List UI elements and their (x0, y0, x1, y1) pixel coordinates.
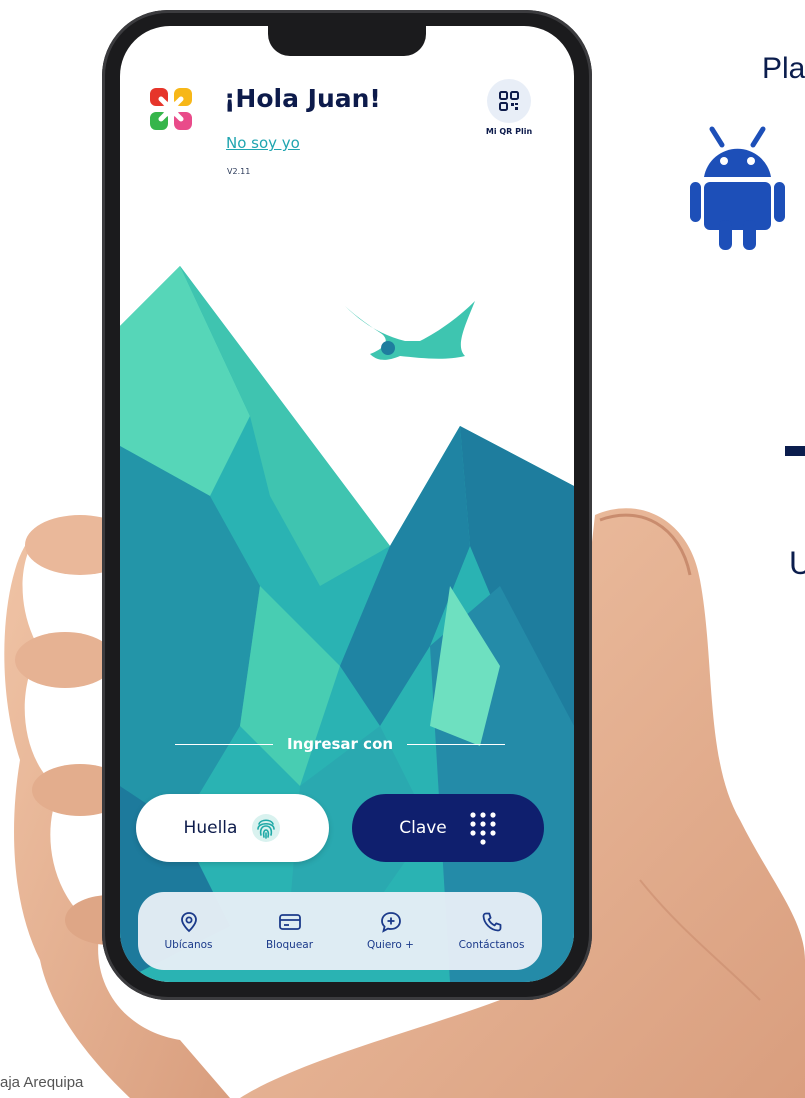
location-pin-icon (180, 912, 197, 933)
card-icon (278, 914, 301, 930)
not-me-link[interactable]: No soy yo (226, 134, 300, 152)
huella-label: Huella (183, 818, 238, 838)
nav-item-contactanos[interactable]: Contáctanos (446, 911, 538, 951)
nav-label-quiero: Quiero + (367, 939, 414, 951)
qr-plin-button[interactable]: Mi QR Plin (474, 79, 544, 149)
caja-arequipa-logo (150, 88, 192, 130)
ingresar-con-divider: Ingresar con (175, 734, 505, 754)
clave-label: Clave (399, 818, 447, 838)
chat-plus-icon (380, 912, 401, 933)
keypad-icon (470, 812, 496, 845)
phone-screen: ¡Hola Juan! No soy yo V2.11 Mi QR Plin I… (120, 26, 574, 982)
brand-caption: aja Arequipa (0, 1074, 84, 1091)
clave-button[interactable]: Clave (352, 794, 544, 862)
ingresar-con-label: Ingresar con (286, 735, 394, 753)
qr-code-icon (487, 79, 531, 123)
qr-plin-label: Mi QR Plin (485, 127, 533, 136)
nav-label-ubicanos: Ubícanos (164, 939, 213, 951)
nav-item-ubicanos[interactable]: Ubícanos (143, 911, 235, 951)
divider-line-left (175, 743, 273, 745)
phone-notch (268, 26, 426, 56)
divider-line-right (407, 743, 505, 745)
greeting-title: ¡Hola Juan! (224, 84, 381, 113)
nav-item-quiero[interactable]: Quiero + (345, 911, 437, 951)
nav-label-bloquear: Bloquear (265, 939, 314, 951)
fingerprint-icon (252, 814, 281, 842)
phone-icon (482, 912, 501, 932)
nav-label-contactanos: Contáctanos (458, 939, 525, 951)
app-version: V2.11 (227, 167, 251, 176)
bottom-navigation: Ubícanos Bloquear Quiero + Contáctanos (138, 892, 542, 970)
nav-item-bloquear[interactable]: Bloquear (244, 911, 336, 951)
huella-button[interactable]: Huella (136, 794, 329, 862)
